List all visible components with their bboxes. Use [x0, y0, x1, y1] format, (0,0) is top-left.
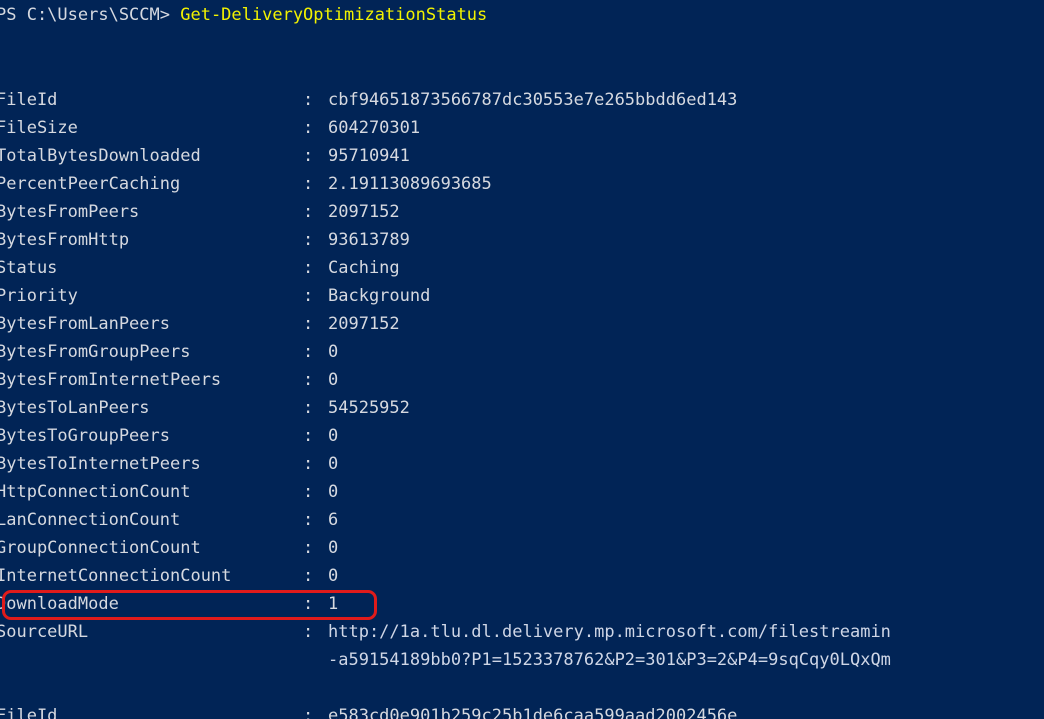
property-value: 0	[328, 566, 339, 586]
property-row: BytesFromInternetPeers:0	[0, 366, 338, 394]
next-record-label: FileId	[0, 706, 58, 719]
property-separator: :	[303, 90, 314, 110]
property-separator: :	[303, 566, 314, 586]
property-separator: :	[303, 510, 314, 530]
property-value: cbf94651873566787dc30553e7e265bbdd6ed143	[328, 90, 738, 110]
property-row: BytesFromHttp:93613789	[0, 226, 410, 254]
property-value: 0	[328, 426, 339, 446]
property-row: Status: Caching	[0, 254, 400, 282]
property-value: 0	[328, 538, 339, 558]
property-row: BytesToLanPeers:54525952	[0, 394, 410, 422]
property-row: SourceURL: http://1a.tlu.dl.delivery.mp.m…	[0, 618, 891, 646]
property-label: Status	[0, 258, 58, 278]
property-row: BytesFromPeers:2097152	[0, 198, 400, 226]
property-row: FileSize:604270301	[0, 114, 420, 142]
property-value: 54525952	[328, 398, 410, 418]
command-text: Get-DeliveryOptimizationStatus	[180, 5, 488, 25]
property-label: BytesToInternetPeers	[0, 454, 201, 474]
property-row: BytesFromGroupPeers:0	[0, 338, 338, 366]
property-value: 93613789	[328, 230, 410, 250]
property-label: LanConnectionCount	[0, 510, 181, 530]
property-value: Caching	[328, 258, 400, 278]
property-label: DownloadMode	[0, 594, 119, 614]
property-row: InternetConnectionCount:0	[0, 562, 338, 590]
property-separator: :	[303, 286, 314, 306]
property-separator: :	[303, 622, 314, 642]
next-record-separator: :	[303, 706, 314, 719]
property-row: BytesFromLanPeers:2097152	[0, 310, 400, 338]
property-separator: :	[303, 314, 314, 334]
source-url-continuation: -a59154189bb0?P1=1523378762&P2=301&P3=2&…	[328, 650, 891, 670]
property-separator: :	[303, 370, 314, 390]
property-row: HttpConnectionCount:0	[0, 478, 338, 506]
property-label: BytesFromHttp	[0, 230, 130, 250]
prompt-line: PS C:\Users\SCCM> Get-DeliveryOptimizati…	[0, 1, 487, 29]
property-value: 0	[328, 482, 339, 502]
property-label: HttpConnectionCount	[0, 482, 191, 502]
property-label: FileId	[0, 90, 58, 110]
property-value: 6	[328, 510, 339, 530]
property-row: PercentPeerCaching:2.19113089693685	[0, 170, 492, 198]
next-record-row: FileId: e583cd0e901b259c25b1de6caa599aad2…	[0, 702, 737, 719]
property-value: 1	[328, 594, 339, 614]
property-value: http://1a.tlu.dl.delivery.mp.microsoft.c…	[328, 622, 891, 642]
property-label: BytesFromGroupPeers	[0, 342, 191, 362]
powershell-console[interactable]: PS C:\Users\SCCM> Get-DeliveryOptimizati…	[0, 0, 1044, 719]
property-separator: :	[303, 398, 314, 418]
property-row: LanConnectionCount:6	[0, 506, 338, 534]
property-separator: :	[303, 594, 314, 614]
property-separator: :	[303, 202, 314, 222]
property-label: BytesFromPeers	[0, 202, 140, 222]
property-row: Priority: Background	[0, 282, 430, 310]
property-separator: :	[303, 342, 314, 362]
property-label: Priority	[0, 286, 78, 306]
property-label: InternetConnectionCount	[0, 566, 232, 586]
property-separator: :	[303, 538, 314, 558]
property-value: 604270301	[328, 118, 421, 138]
property-label: TotalBytesDownloaded	[0, 146, 201, 166]
property-label: GroupConnectionCount	[0, 538, 201, 558]
property-row: DownloadMode:1	[0, 590, 338, 618]
property-row: TotalBytesDownloaded:95710941	[0, 142, 410, 170]
property-value: 0	[328, 342, 339, 362]
property-row: BytesToInternetPeers:0	[0, 450, 338, 478]
property-label: BytesToLanPeers	[0, 398, 150, 418]
property-separator: :	[303, 426, 314, 446]
prompt-prefix: PS C:\Users\SCCM>	[0, 5, 181, 25]
property-value: 0	[328, 454, 339, 474]
property-separator: :	[303, 230, 314, 250]
property-value: 0	[328, 370, 339, 390]
property-separator: :	[303, 482, 314, 502]
property-value: 95710941	[328, 146, 410, 166]
property-value: 2097152	[328, 314, 400, 334]
property-row: FileId: cbf94651873566787dc30553e7e265bbd…	[0, 86, 737, 114]
property-label: BytesFromLanPeers	[0, 314, 170, 334]
property-label: FileSize	[0, 118, 78, 138]
property-separator: :	[303, 258, 314, 278]
property-label: PercentPeerCaching	[0, 174, 181, 194]
property-value: 2.19113089693685	[328, 174, 492, 194]
property-value: Background	[328, 286, 431, 306]
next-record-value: e583cd0e901b259c25b1de6caa599aad2002456e	[328, 706, 738, 719]
property-label: BytesFromInternetPeers	[0, 370, 222, 390]
property-row: GroupConnectionCount:0	[0, 534, 338, 562]
property-row: BytesToGroupPeers:0	[0, 422, 338, 450]
property-label: SourceURL	[0, 622, 89, 642]
property-value: 2097152	[328, 202, 400, 222]
property-separator: :	[303, 174, 314, 194]
property-separator: :	[303, 454, 314, 474]
property-label: BytesToGroupPeers	[0, 426, 170, 446]
property-separator: :	[303, 118, 314, 138]
property-separator: :	[303, 146, 314, 166]
